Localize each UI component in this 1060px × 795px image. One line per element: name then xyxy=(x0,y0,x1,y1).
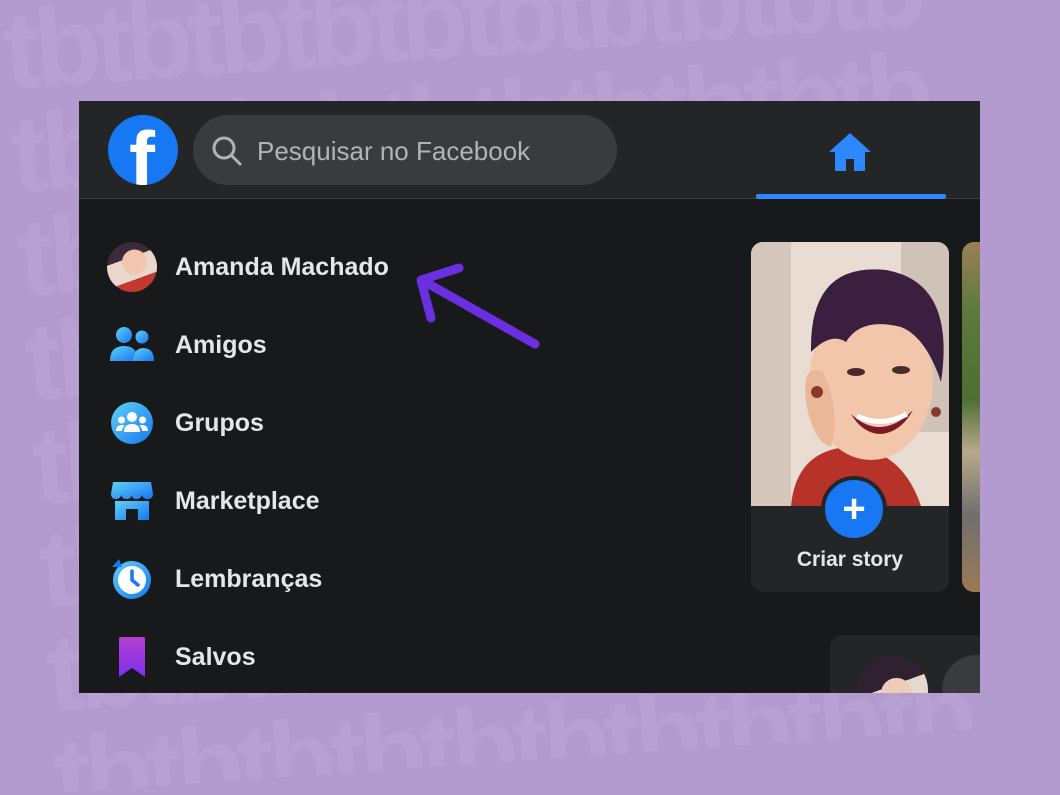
sidebar-item-marketplace[interactable]: Marketplace xyxy=(107,471,627,531)
sidebar-item-label: Amanda Machado xyxy=(175,252,389,281)
sidebar-item-friends[interactable]: Amigos xyxy=(107,315,627,375)
search-input[interactable] xyxy=(255,127,599,175)
create-story-card[interactable]: + Criar story xyxy=(751,242,949,592)
facebook-logo[interactable]: f xyxy=(108,115,178,185)
top-navigation-bar: f xyxy=(79,101,980,199)
facebook-logo-letter: f xyxy=(129,115,155,185)
tab-home[interactable] xyxy=(756,101,946,199)
groups-icon xyxy=(107,398,157,448)
annotation-arrow xyxy=(409,256,549,361)
sidebar-item-saved[interactable]: Salvos xyxy=(107,627,627,687)
sidebar-item-label: Amigos xyxy=(175,330,267,359)
facebook-window: f Amanda Machado xyxy=(79,101,980,693)
sidebar-item-label: Lembranças xyxy=(175,564,323,593)
sidebar-item-label: Marketplace xyxy=(175,486,320,515)
composer-input[interactable] xyxy=(942,655,980,693)
search-icon xyxy=(211,135,243,172)
home-icon xyxy=(827,131,873,178)
saved-icon xyxy=(107,632,157,682)
post-composer xyxy=(830,635,980,693)
memories-icon xyxy=(107,554,157,604)
friends-icon xyxy=(107,320,157,370)
sidebar-item-label: Grupos xyxy=(175,408,264,437)
sidebar-item-label: Salvos xyxy=(175,642,256,671)
sidebar-item-memories[interactable]: Lembranças xyxy=(107,549,627,609)
story-card[interactable] xyxy=(962,242,980,592)
create-story-label: Criar story xyxy=(796,548,904,571)
sidebar-item-groups[interactable]: Grupos xyxy=(107,393,627,453)
marketplace-icon xyxy=(107,476,157,526)
create-story-button[interactable]: + xyxy=(821,476,887,542)
story-profile-photo xyxy=(751,242,949,506)
search-box[interactable] xyxy=(193,115,617,185)
composer-avatar[interactable] xyxy=(858,655,928,693)
sidebar-item-profile[interactable]: Amanda Machado xyxy=(107,237,627,297)
active-tab-indicator xyxy=(756,194,946,199)
profile-avatar xyxy=(107,242,157,292)
